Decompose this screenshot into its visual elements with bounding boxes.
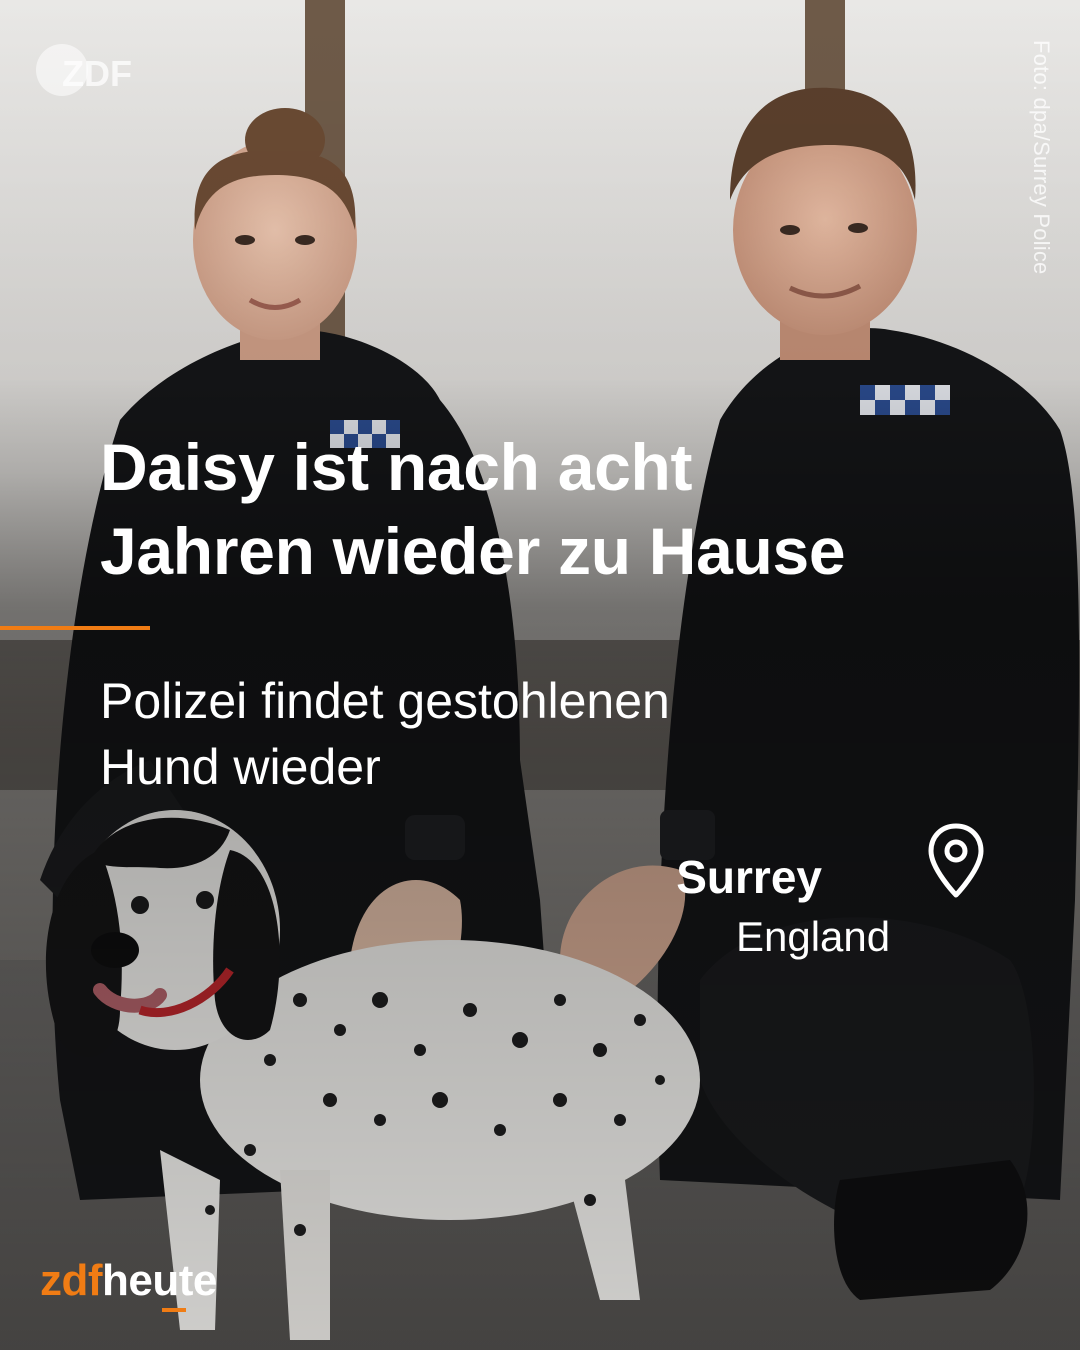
subheadline: Polizei findet gestohlenen Hund wieder: [100, 668, 1000, 800]
brand-heute: heute: [102, 1256, 217, 1305]
news-card: ZDF Foto: dpa/Surrey Police Daisy ist na…: [0, 0, 1080, 1350]
photo-credit: Foto: dpa/Surrey Police: [1029, 40, 1054, 275]
accent-divider: [0, 626, 150, 630]
map-pin-icon: [928, 823, 984, 898]
subheadline-line-1: Polizei findet gestohlenen: [100, 673, 670, 729]
zdf-watermark-logo: ZDF: [36, 44, 132, 96]
brand-underline: [162, 1308, 186, 1312]
headline-line-1: Daisy ist nach acht: [100, 430, 693, 504]
headline-line-2: Jahren wieder zu Hause: [100, 514, 846, 588]
watermark-text: ZDF: [62, 53, 132, 94]
subheadline-line-2: Hund wieder: [100, 739, 381, 795]
location-country: England: [736, 913, 891, 960]
brand-zdf: zdf: [40, 1256, 103, 1305]
headline: Daisy ist nach acht Jahren wieder zu Hau…: [100, 425, 1020, 593]
location-region: Surrey: [676, 851, 822, 903]
zdfheute-logo: zdfheute: [40, 1256, 217, 1316]
location-tag: Surrey England: [676, 820, 1000, 970]
